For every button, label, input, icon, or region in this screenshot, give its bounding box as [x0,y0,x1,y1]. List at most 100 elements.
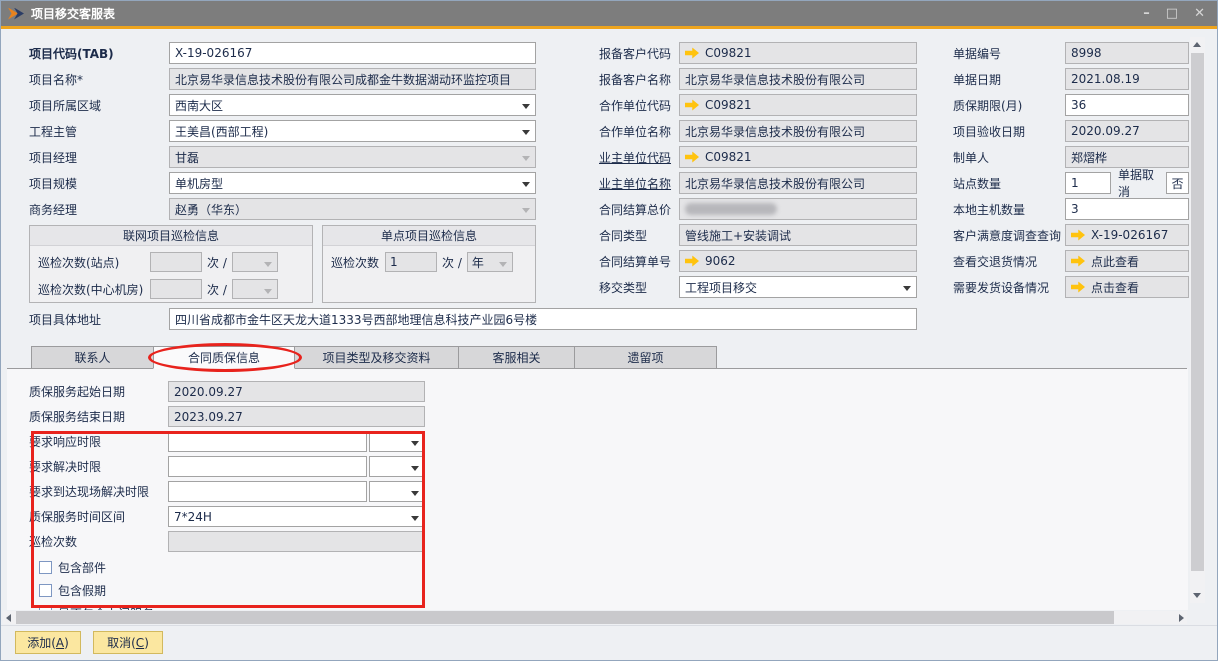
unit-label: 次 / [442,254,462,271]
checkbox-onsite-service[interactable] [39,607,52,611]
add-button[interactable]: 添加(A) [15,631,81,654]
checkbox-label: 包含部件 [58,559,106,576]
engineering-supervisor-select[interactable]: 王美昌(西部工程) [169,120,536,142]
scroll-down-icon[interactable] [1193,593,1201,598]
horizontal-scrollbar[interactable] [3,611,1187,624]
report-customer-code-field[interactable]: C09821 [679,42,917,64]
field-label: 项目具体地址 [29,311,169,328]
tab-customer-service[interactable]: 客服相关 [458,346,575,369]
resolve-time-unit-select[interactable] [369,456,425,477]
resolve-time-input[interactable] [168,456,367,477]
form-row: 质保期限(月) 36 [953,94,1189,116]
chevron-down-icon[interactable] [411,441,419,446]
link-arrow-icon[interactable] [1071,230,1085,241]
project-scale-select[interactable]: 单机房型 [169,172,536,194]
service-window-value: 7*24H [174,510,212,524]
field-label: 客户满意度调查查询 [953,227,1065,244]
business-manager-select: 赵勇（华东） [169,198,536,220]
form-row: 移交类型 工程项目移交 [599,276,917,298]
contract-settlement-no-field[interactable]: 9062 [679,250,917,272]
owner-unit-code-field[interactable]: C09821 [679,146,917,168]
tab-leftover-items[interactable]: 遗留项 [574,346,717,369]
cancel-button[interactable]: 取消(C) [93,631,163,654]
link-arrow-icon[interactable] [1071,256,1085,267]
onsite-resolve-time-unit-select[interactable] [369,481,425,502]
close-button[interactable]: ✕ [1194,6,1205,21]
vertical-scroll-thumb[interactable] [1191,53,1204,571]
checkbox-row: 是否包含上门服务 [39,604,154,610]
chevron-down-icon[interactable] [522,182,530,187]
region-select[interactable]: 西南大区 [169,94,536,116]
app-logo-icon [8,7,24,21]
scroll-left-icon[interactable] [6,614,11,622]
link-arrow-icon[interactable] [685,48,699,59]
form-row: 单据编号 8998 [953,42,1189,64]
maximize-button[interactable]: □ [1166,6,1178,21]
link-arrow-icon[interactable] [1071,282,1085,293]
field-label: 站点数量 [953,175,1065,192]
window-title: 项目移交客服表 [31,5,115,22]
chevron-down-icon[interactable] [522,104,530,109]
transfer-type-select[interactable]: 工程项目移交 [679,276,917,298]
field-label: 制单人 [953,149,1065,166]
business-manager-value: 赵勇（华东） [175,201,247,218]
checkbox-include-holiday[interactable] [39,584,52,597]
partner-unit-code-field[interactable]: C09821 [679,94,917,116]
checkbox-include-parts[interactable] [39,561,52,574]
form-row: 报备客户名称 北京易华录信息技术股份有限公司 [599,68,917,90]
chevron-down-icon[interactable] [522,130,530,135]
chevron-down-icon[interactable] [903,286,911,291]
field-label: 质保服务结束日期 [29,408,168,425]
cancel-button-label-suffix: ) [144,636,149,650]
cancel-button-label: 取消( [107,634,136,651]
service-window-select[interactable]: 7*24H [168,506,425,527]
left-field-column: 项目代码(TAB) X-19-026167 项目名称* 北京易华录信息技术股份有… [29,42,536,224]
field-label: 报备客户代码 [599,45,679,62]
engineering-supervisor-value: 王美昌(西部工程) [175,123,268,140]
form-row: 客户满意度调查查询 X-19-026167 [953,224,1189,246]
onsite-resolve-time-input[interactable] [168,481,367,502]
form-row: 要求解决时限 [29,456,425,477]
scroll-up-icon[interactable] [1193,42,1201,47]
site-count-input[interactable]: 1 [1065,172,1111,194]
returns-status-link[interactable]: 点此查看 [1065,250,1189,272]
partner-unit-name-field: 北京易华录信息技术股份有限公司 [679,120,917,142]
response-time-input[interactable] [168,431,367,452]
form-row: 巡检次数 1 次 / 年 [331,251,529,273]
project-scale-value: 单机房型 [175,175,223,192]
form-row: 要求响应时限 [29,431,425,452]
inspection-count-input[interactable]: 1 [385,252,437,272]
form-row: 制单人 郑熠桦 [953,146,1189,168]
warranty-period-input[interactable]: 36 [1065,94,1189,116]
panel-inspection-count-field [168,531,425,552]
project-code-input[interactable]: X-19-026167 [169,42,536,64]
vertical-scrollbar[interactable] [1190,37,1205,603]
site-inspection-freq-select [232,252,278,272]
chevron-down-icon[interactable] [411,491,419,496]
horizontal-scroll-thumb[interactable] [16,611,1114,624]
form-row: 合作单位代码 C09821 [599,94,917,116]
project-address-input[interactable]: 四川省成都市金牛区天龙大道1333号西部地理信息科技产业园6号楼 [169,308,917,330]
transfer-type-value: 工程项目移交 [685,279,757,296]
single-point-inspection-groupbox: 单点项目巡检信息 巡检次数 1 次 / 年 [322,225,536,303]
chevron-down-icon[interactable] [411,466,419,471]
link-arrow-icon[interactable] [685,256,699,267]
link-arrow-icon[interactable] [685,100,699,111]
unit-label: 次 / [207,254,227,271]
form-row: 商务经理 赵勇（华东） [29,198,536,220]
tab-contract-warranty[interactable]: 合同质保信息 [153,346,295,369]
response-time-unit-select[interactable] [369,431,425,452]
form-row: 要求到达现场解决时限 [29,481,425,502]
minimize-button[interactable]: – [1143,6,1150,21]
shipping-equipment-link[interactable]: 点击查看 [1065,276,1189,298]
tab-contacts[interactable]: 联系人 [31,346,154,369]
satisfaction-survey-link[interactable]: X-19-026167 [1065,224,1189,246]
link-arrow-icon[interactable] [685,152,699,163]
tab-project-type-materials[interactable]: 项目类型及移交资料 [294,346,459,369]
form-row: 质保服务结束日期 2023.09.27 [29,406,425,427]
local-host-count-input[interactable]: 3 [1065,198,1189,220]
field-label: 移交类型 [599,279,679,296]
chevron-down-icon[interactable] [411,516,419,521]
field-label: 项目经理 [29,149,169,166]
scroll-right-icon[interactable] [1179,614,1184,622]
